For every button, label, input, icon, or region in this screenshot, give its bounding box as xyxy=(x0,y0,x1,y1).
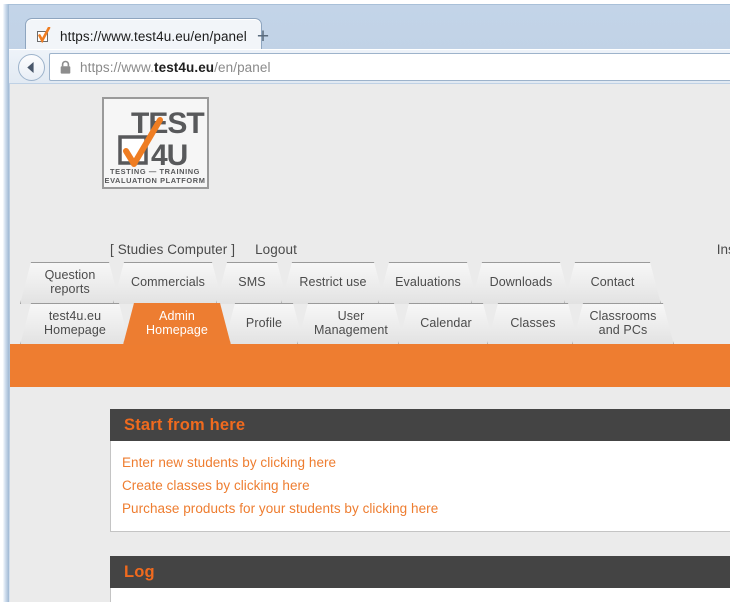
nav-tab-label: Contact xyxy=(590,274,635,289)
start-panel-header: Start from here xyxy=(110,409,730,441)
window-left-edge xyxy=(0,4,9,602)
start-panel-body: Enter new students by clicking here Crea… xyxy=(110,441,730,532)
log-panel-header: Log xyxy=(110,556,730,588)
nav-tab-label: Commercials xyxy=(130,274,206,289)
svg-text:EVALUATION PLATFORM: EVALUATION PLATFORM xyxy=(105,176,206,185)
nav-tab-user-management[interactable]: User Management xyxy=(297,303,405,345)
nav-tab-classrooms-and-pcs[interactable]: Classrooms and PCs xyxy=(572,303,674,345)
institution-label: Institutio xyxy=(716,242,730,257)
logout-link[interactable]: Logout xyxy=(255,242,297,257)
nav-tab-label: Downloads xyxy=(489,274,553,289)
url-path: /en/panel xyxy=(214,59,271,75)
browser-window: https://www.test4u.eu/en/panel + https:/… xyxy=(0,0,730,602)
url-domain: test4u.eu xyxy=(153,59,215,75)
log-panel-title: Log xyxy=(124,562,155,581)
nav-tab-label: Profile xyxy=(245,315,283,330)
nav-tab-label: Restrict use xyxy=(299,274,367,289)
svg-text:TESTING — TRAINING: TESTING — TRAINING xyxy=(110,167,200,176)
log-panel-body xyxy=(110,588,730,602)
nav-tab-evaluations[interactable]: Evaluations xyxy=(378,262,478,304)
url-prefix: https://www. xyxy=(80,59,154,75)
nav-tab-label: Classes xyxy=(510,315,556,330)
nav-tab-label: Calendar xyxy=(420,315,472,330)
nav-tab-label: Classrooms and PCs xyxy=(589,308,657,337)
page-viewport: TEST 4U TESTING — TRAINING EVALUATION PL… xyxy=(10,84,730,602)
test4u-checkbox-favicon-icon xyxy=(36,27,51,44)
orange-banner xyxy=(10,344,730,387)
start-panel-title: Start from here xyxy=(124,415,246,434)
enter-new-students-link[interactable]: Enter new students by clicking here xyxy=(111,451,730,474)
address-bar[interactable]: https://www.test4u.eu/en/panel xyxy=(49,53,730,81)
new-tab-button[interactable]: + xyxy=(252,26,274,49)
back-button[interactable] xyxy=(18,54,45,81)
nav-tab-contact[interactable]: Contact xyxy=(564,262,661,304)
nav-tab-calendar[interactable]: Calendar xyxy=(398,303,494,345)
address-bar-url: https://www.test4u.eu/en/panel xyxy=(80,60,271,75)
create-classes-link[interactable]: Create classes by clicking here xyxy=(111,474,730,497)
studies-label: [ Studies Computer ] xyxy=(110,242,236,257)
nav-tabs-row-2: test4u.eu Homepage Admin Homepage Profile U… xyxy=(10,303,730,345)
nav-tab-commercials[interactable]: Commercials xyxy=(113,262,223,304)
nav-tab-label: SMS xyxy=(238,274,266,289)
nav-tab-downloads[interactable]: Downloads xyxy=(471,262,571,304)
nav-tab-admin-homepage[interactable]: Admin Homepage xyxy=(123,303,231,345)
back-arrow-icon xyxy=(27,62,34,73)
purchase-products-link[interactable]: Purchase products for your students by c… xyxy=(111,497,730,520)
nav-tab-profile[interactable]: Profile xyxy=(224,303,304,345)
nav-tab-test4u-eu-homepage[interactable]: test4u.eu Homepage xyxy=(20,303,130,345)
nav-tabs-row-1: Question reports Commercials SMS Restrict u… xyxy=(10,262,730,304)
nav-tab-label: User Management xyxy=(314,308,388,337)
nav-tab-restrict-use[interactable]: Restrict use xyxy=(281,262,385,304)
test4u-logo: TEST 4U TESTING — TRAINING EVALUATION PL… xyxy=(102,97,209,189)
browser-nav-bar: https://www.test4u.eu/en/panel xyxy=(9,49,730,83)
nav-tab-label: Evaluations xyxy=(395,274,461,289)
nav-tab-sms[interactable]: SMS xyxy=(216,262,288,304)
nav-tab-question-reports[interactable]: Question reports xyxy=(20,262,120,304)
start-from-here-panel: Start from here Enter new students by cl… xyxy=(110,409,730,532)
nav-tab-label: Admin Homepage xyxy=(146,308,208,337)
browser-tab-title: https://www.test4u.eu/en/panel xyxy=(60,29,247,44)
padlock-icon xyxy=(59,60,72,75)
top-links: [ Studies Computer ] Logout xyxy=(110,242,297,257)
log-panel: Log xyxy=(110,556,730,602)
nav-tab-classes[interactable]: Classes xyxy=(487,303,579,345)
nav-tab-label: test4u.eu Homepage xyxy=(44,308,106,337)
browser-tab-strip: https://www.test4u.eu/en/panel + xyxy=(9,5,730,54)
svg-text:TEST: TEST xyxy=(131,107,204,140)
nav-tab-label: Question reports xyxy=(44,267,96,296)
